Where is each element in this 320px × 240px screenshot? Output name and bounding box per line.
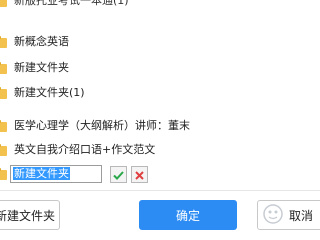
folder-label: 新建文件夹: [14, 61, 69, 74]
new-folder-button[interactable]: 新建文件夹: [0, 200, 60, 230]
folder-icon: [0, 0, 7, 8]
folder-icon: [0, 168, 7, 181]
folder-label: 英文自我介绍口语+作文范文: [14, 143, 156, 156]
check-icon: [113, 165, 124, 184]
close-icon: [135, 165, 144, 184]
confirm-rename-button[interactable]: [110, 166, 127, 183]
folder-label: 新建文件夹(1): [14, 86, 85, 99]
folder-icon: [0, 144, 7, 157]
folder-list: 新版托业考试一本通(1) 新概念英语 新建文件夹 新建文件夹(1) 医学心理学（: [0, 0, 320, 188]
folder-label: 新版托业考试一本通(1): [14, 0, 129, 7]
confirm-button[interactable]: 确定: [139, 200, 237, 230]
footer-divider: [0, 190, 320, 191]
folder-label: 医学心理学（大纲解析）讲师：董末: [14, 119, 190, 132]
watermark-logo: [262, 203, 284, 225]
rename-input[interactable]: 新建文件夹: [10, 165, 102, 183]
rename-input-value: 新建文件夹: [13, 167, 70, 180]
folder-icon: [0, 62, 7, 75]
folder-label: 新概念英语: [14, 35, 69, 48]
folder-icon: [0, 120, 7, 133]
confirm-button-label: 确定: [175, 208, 200, 223]
folder-picker-dialog: 新版托业考试一本通(1) 新概念英语 新建文件夹 新建文件夹(1) 医学心理学（: [0, 0, 320, 240]
cancel-rename-button[interactable]: [131, 166, 148, 183]
new-folder-button-label: 新建文件夹: [0, 208, 55, 223]
cancel-button-label: 取消: [288, 208, 313, 223]
folder-icon: [0, 36, 7, 49]
folder-icon: [0, 87, 7, 100]
